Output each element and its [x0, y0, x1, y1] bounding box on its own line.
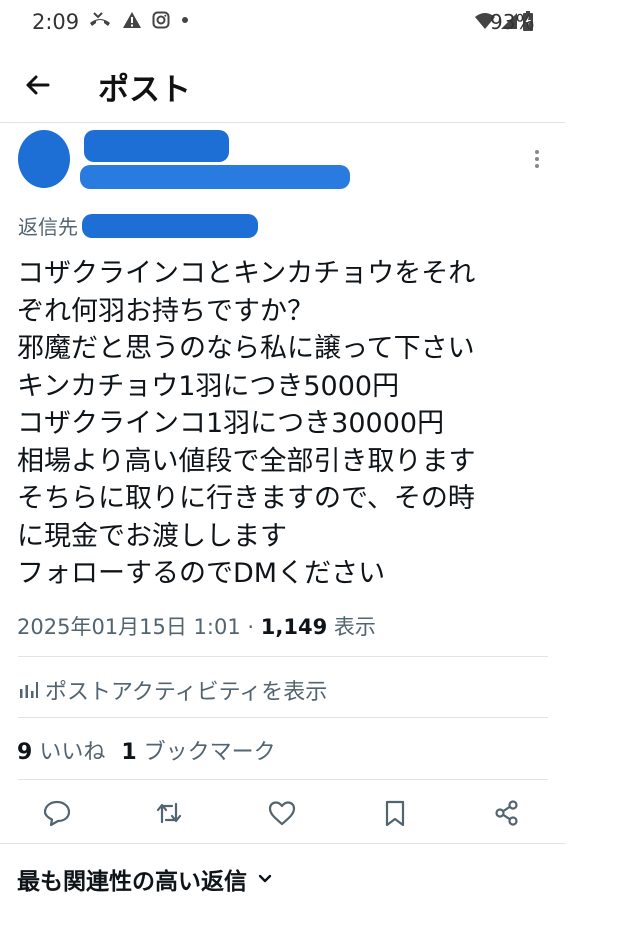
- bookmarks-link[interactable]: 1 ブックマーク: [121, 740, 275, 765]
- more-dot-icon: [535, 157, 539, 161]
- status-bar: 2:09 93%: [0, 0, 640, 46]
- share-button[interactable]: [492, 798, 522, 828]
- post-timestamp[interactable]: 2025年01月15日 1:01: [17, 615, 241, 639]
- more-dot-icon: [535, 164, 539, 168]
- arrow-left-icon: [26, 75, 50, 95]
- dot-icon: [180, 11, 190, 33]
- author-name-redacted[interactable]: [84, 130, 229, 162]
- post-text-line: フォローするのでDMください: [17, 558, 386, 589]
- post-text-line: コザクラインコとキンカチョウをそれ: [17, 258, 476, 289]
- reply-to-label: 返信先: [18, 215, 78, 239]
- post-text-line: ぞれ何羽お持ちですか？: [17, 295, 314, 327]
- reply-to-handle-redacted[interactable]: [82, 213, 258, 238]
- bookmark-icon: [385, 800, 405, 827]
- share-icon: [495, 800, 518, 826]
- missed-call-icon: [88, 11, 112, 33]
- chevron-down-icon: [258, 874, 272, 883]
- views-label: 表示: [333, 615, 376, 639]
- divider: [0, 843, 565, 844]
- post-text-line: コザクラインコ1羽につき30000円: [17, 408, 445, 439]
- post-text-line: 邪魔だと思うのなら私に譲って下さい: [17, 333, 475, 364]
- analytics-icon: [20, 682, 38, 698]
- post-activity-link[interactable]: ポストアクティビティを表示: [17, 674, 327, 706]
- page-title: ポスト: [98, 72, 191, 108]
- divider: [18, 656, 548, 657]
- warning-icon: [122, 11, 142, 33]
- author-handle-redacted[interactable]: [80, 165, 350, 189]
- more-dot-icon: [535, 150, 539, 154]
- post-text-line: 相場より高い値段で全部引き取ります: [17, 445, 476, 477]
- repost-button[interactable]: [154, 798, 184, 828]
- heart-icon: [268, 801, 296, 826]
- instagram-icon: [152, 11, 170, 33]
- post-text-line: そちらに取りに行きますので、その時: [17, 483, 475, 514]
- engagement-counts: 9 いいね 1 ブックマーク: [17, 734, 276, 766]
- comment-icon: [43, 800, 71, 827]
- reply-button[interactable]: [42, 798, 72, 828]
- like-button[interactable]: [267, 798, 297, 828]
- post-text-line: に現金でお渡しします: [17, 520, 287, 552]
- likes-count: 9: [17, 740, 33, 765]
- likes-link[interactable]: 9 いいね: [17, 740, 105, 765]
- post-text-line: キンカチョウ1羽につき5000円: [17, 370, 400, 402]
- status-time: 2:09: [32, 10, 80, 34]
- post-text: コザクラインコとキンカチョウをそれ ぞれ何羽お持ちですか？ 邪魔だと思うのなら私…: [17, 255, 537, 593]
- post-meta: 2025年01月15日 1:01 · 1,149 表示: [17, 611, 376, 641]
- meta-separator: ·: [247, 615, 255, 639]
- bookmarks-label: ブックマーク: [143, 740, 276, 765]
- divider: [18, 717, 548, 718]
- replies-sort-dropdown[interactable]: 最も関連性の高い返信: [17, 862, 273, 896]
- bookmark-button[interactable]: [380, 798, 410, 828]
- post-activity-label: ポストアクティビティを表示: [45, 680, 328, 705]
- repost-icon: [156, 802, 182, 824]
- battery-percent: 93%: [490, 10, 535, 34]
- likes-label: いいね: [39, 740, 106, 765]
- back-button[interactable]: [18, 68, 58, 102]
- replies-sort-label: 最も関連性の高い返信: [17, 869, 247, 895]
- top-app-bar: ポスト: [0, 48, 565, 123]
- more-options-button[interactable]: [528, 148, 546, 176]
- views-count: 1,149: [260, 615, 328, 639]
- bookmarks-count: 1: [121, 740, 137, 765]
- notification-icons: [88, 11, 190, 33]
- avatar[interactable]: [18, 130, 70, 188]
- reply-to: 返信先: [18, 211, 258, 240]
- divider: [18, 779, 548, 780]
